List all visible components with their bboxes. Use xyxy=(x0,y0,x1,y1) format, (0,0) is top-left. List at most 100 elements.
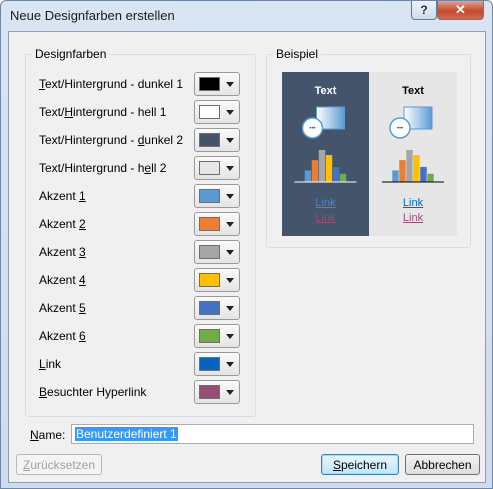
close-button[interactable]: ✕ xyxy=(437,1,484,20)
color-picker-button[interactable] xyxy=(194,100,240,124)
preview-bar xyxy=(339,173,347,183)
color-row-label-post: ext/Hintergrund - dunkel 1 xyxy=(45,77,184,91)
color-picker-button[interactable] xyxy=(194,240,240,264)
color-picker-button[interactable] xyxy=(194,352,240,376)
color-row-label-pre: Akzent xyxy=(39,245,80,259)
theme-colors-group-title: Designfarben xyxy=(32,47,110,61)
color-row-label-post: ink xyxy=(45,357,62,371)
color-row-label: Akzent 6 xyxy=(39,329,86,343)
help-button[interactable]: ? xyxy=(411,1,437,20)
color-row: Akzent 2 xyxy=(39,212,251,236)
chevron-down-icon xyxy=(226,82,234,87)
color-row: Akzent 5 xyxy=(39,296,251,320)
color-row-label: Akzent 2 xyxy=(39,217,86,231)
chevron-down-icon xyxy=(226,110,234,115)
preview-panel: ••• Text Link Link ••• Text Link Link xyxy=(282,72,457,236)
color-picker-button[interactable] xyxy=(194,268,240,292)
color-swatch xyxy=(199,385,220,399)
name-label: Name: xyxy=(30,428,65,442)
chevron-down-icon xyxy=(226,222,234,227)
preview-bar xyxy=(332,166,340,183)
chevron-down-icon xyxy=(226,334,234,339)
color-row-label-pre: Akzent xyxy=(39,273,80,287)
preview-group-title: Beispiel xyxy=(273,47,322,61)
color-row-label-pre: Text/ xyxy=(39,105,65,119)
color-row-access-key: 2 xyxy=(79,217,86,231)
color-picker-button[interactable] xyxy=(194,72,240,96)
color-row-label-pre: Text/Hintergrund - h xyxy=(39,161,145,175)
reset-button[interactable]: Zurücksetzen xyxy=(16,454,102,475)
chevron-down-icon xyxy=(226,250,234,255)
preview-bar xyxy=(412,154,421,183)
preview-bar xyxy=(426,173,435,183)
chevron-down-icon xyxy=(226,194,234,199)
color-swatch xyxy=(199,273,220,287)
color-picker-button[interactable] xyxy=(194,156,240,180)
preview-dark-text: Text xyxy=(314,85,337,97)
color-row-label-pre: Akzent xyxy=(39,189,80,203)
color-row-label-pre: Text/Hintergrund - xyxy=(39,133,138,147)
preview-bar xyxy=(311,159,319,183)
color-picker-button[interactable] xyxy=(194,324,240,348)
color-row-label: Link xyxy=(39,357,61,371)
color-row-label: Akzent 5 xyxy=(39,301,86,315)
color-swatch xyxy=(199,329,220,343)
color-row-label-post: unkel 2 xyxy=(144,133,184,147)
color-row-label: Akzent 1 xyxy=(39,189,86,203)
preview-bar xyxy=(318,149,326,183)
color-row-label-post: ll 2 xyxy=(151,161,167,175)
color-row: Text/Hintergrund - hell 2 xyxy=(39,156,251,180)
color-row-access-key: 5 xyxy=(79,301,86,315)
chevron-down-icon xyxy=(226,362,234,367)
preview-bar xyxy=(398,159,407,183)
color-row: Akzent 6 xyxy=(39,324,251,348)
color-row-label-post: esuchter Hyperlink xyxy=(47,385,147,399)
color-row-access-key: H xyxy=(64,105,74,119)
color-row-label: Akzent 3 xyxy=(39,245,86,259)
color-row-label: Text/Hintergrund - dunkel 2 xyxy=(39,133,183,147)
color-row-label: Akzent 4 xyxy=(39,273,86,287)
name-input[interactable]: Benutzerdefiniert 1 xyxy=(71,424,474,444)
color-row-label: Besuchter Hyperlink xyxy=(39,385,146,399)
name-label-post: ame: xyxy=(38,428,66,442)
preview-bar xyxy=(391,169,400,183)
chevron-down-icon xyxy=(226,166,234,171)
color-row-access-key: 3 xyxy=(79,245,86,259)
reset-label-post: urücksetzen xyxy=(30,457,96,472)
color-picker-button[interactable] xyxy=(194,184,240,208)
name-input-value: Benutzerdefiniert 1 xyxy=(75,427,178,441)
color-row: Text/Hintergrund - dunkel 1 xyxy=(39,72,251,96)
color-row-label: Text/Hintergrund - dunkel 1 xyxy=(39,77,183,91)
theme-colors-group: Designfarben Text/Hintergrund - dunkel 1… xyxy=(25,47,256,417)
color-row: Akzent 3 xyxy=(39,240,251,264)
window-title: Neue Designfarben erstellen xyxy=(10,8,175,23)
cancel-button[interactable]: Abbrechen xyxy=(405,454,480,475)
color-row-label-pre: Akzent xyxy=(39,301,80,315)
preview-bar xyxy=(419,166,428,183)
reset-label-access-key: Z xyxy=(22,457,31,472)
chevron-down-icon xyxy=(226,138,234,143)
color-row-access-key: B xyxy=(39,385,48,399)
color-picker-button[interactable] xyxy=(194,128,240,152)
preview-dark-link: Link xyxy=(315,197,336,209)
save-label-access-key: S xyxy=(332,457,341,472)
color-swatch xyxy=(199,133,220,147)
color-swatch xyxy=(199,105,220,119)
preview-light-side: ••• Text Link Link xyxy=(369,72,457,236)
chevron-down-icon xyxy=(226,390,234,395)
preview-bar xyxy=(405,149,414,183)
preview-dark-visited-link: Link xyxy=(315,212,336,224)
color-row-access-key: 4 xyxy=(79,273,86,287)
color-row: Besuchter Hyperlink xyxy=(39,380,251,404)
color-row-access-key: 1 xyxy=(79,189,86,203)
preview-light-visited-link: Link xyxy=(402,212,424,224)
color-picker-button[interactable] xyxy=(194,380,240,404)
color-row-label-post: intergrund - hell 1 xyxy=(73,105,167,119)
dialog-window: Neue Designfarben erstellen ? ✕ Designfa… xyxy=(0,0,493,489)
color-picker-button[interactable] xyxy=(194,296,240,320)
color-picker-button[interactable] xyxy=(194,212,240,236)
color-row-access-key: L xyxy=(39,357,46,371)
color-swatch xyxy=(199,301,220,315)
save-button[interactable]: Speichern xyxy=(321,454,399,475)
color-row-label-pre: Akzent xyxy=(39,329,80,343)
